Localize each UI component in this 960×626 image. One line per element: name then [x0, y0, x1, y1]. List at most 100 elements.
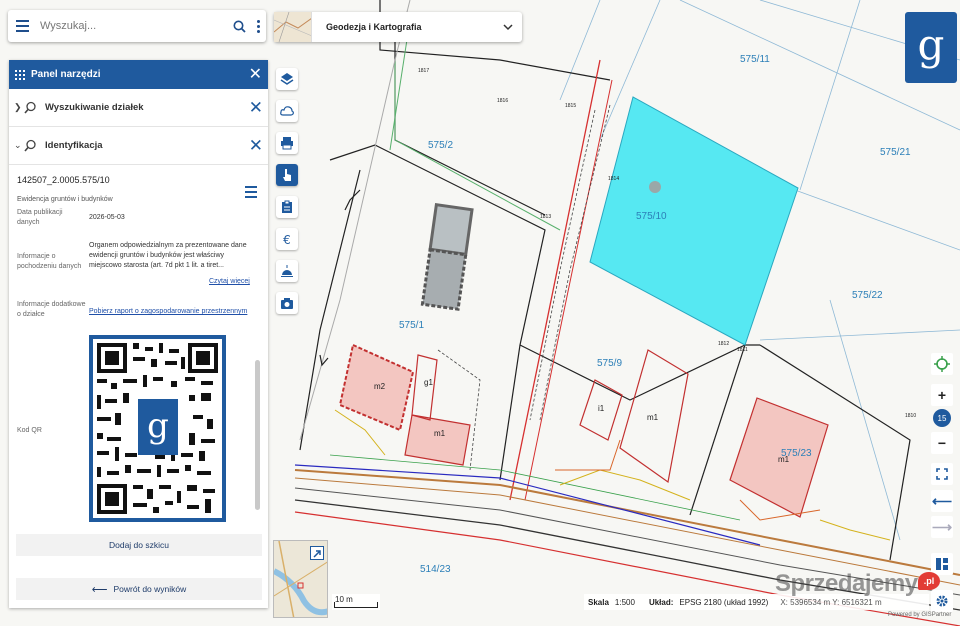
layer-thumbnail [274, 12, 312, 42]
info-value: Organem odpowiedzialnym za prezentowane … [89, 242, 247, 269]
building-label: m2 [374, 382, 386, 391]
zoom-level-badge: 15 [933, 409, 951, 427]
main-menu-button[interactable] [8, 10, 36, 42]
plot-id: 142507_2.0005.575/10 [17, 175, 110, 185]
identify-button[interactable] [276, 164, 298, 186]
arrow-right-icon: ⟶ [931, 518, 953, 535]
chevron-down-icon[interactable] [494, 20, 522, 34]
back-to-results-button[interactable]: ⟵ Powrót do wyników [16, 578, 262, 600]
building-label: m1 [647, 413, 659, 422]
plot-label: 575/10 [636, 211, 667, 222]
building-label: m1 [778, 455, 790, 464]
point-label: 1810 [905, 413, 916, 419]
map-icon [936, 558, 948, 570]
sunrise-icon [281, 265, 293, 277]
close-section-icon[interactable]: ✕ [249, 99, 263, 116]
layer-select[interactable]: Geodezja i Kartografia [274, 12, 522, 42]
search-input[interactable] [36, 20, 228, 32]
section-identification[interactable]: ⌄ Identyfikacja ✕ [9, 127, 268, 165]
next-view-button[interactable]: ⟶ [931, 516, 953, 538]
layer-name: Geodezja i Kartografia [326, 22, 422, 32]
plot-label: 575/9 [597, 358, 622, 369]
layers-button[interactable] [276, 68, 298, 90]
chevron-down-icon[interactable]: ⌄ [14, 140, 24, 151]
crosshair-icon [934, 356, 950, 372]
watermark-badge: .pl [918, 572, 940, 590]
point-label: 1812 [718, 341, 729, 347]
chevron-right-icon[interactable]: ❯ [14, 102, 24, 113]
camera-button[interactable] [276, 292, 298, 314]
plot-subtitle: Ewidencja gruntów i budynków [17, 196, 113, 203]
scrollbar-thumb[interactable] [255, 360, 260, 510]
zoning-report-link[interactable]: Pobierz raport o zagospodarowanie przest… [89, 307, 252, 317]
search-icon [24, 101, 42, 114]
close-section-icon[interactable]: ✕ [249, 137, 263, 154]
section-label: Identyfikacja [45, 140, 103, 151]
plot-label: 575/2 [428, 140, 453, 151]
point-label: 1813 [540, 214, 551, 220]
terrain-button[interactable] [276, 260, 298, 282]
info-label: Data publikacji danych [17, 209, 63, 226]
qr-code: g [89, 335, 226, 522]
svg-text:g: g [147, 406, 169, 446]
clipboard-icon [282, 200, 292, 213]
search-bar [8, 10, 266, 42]
grid-icon [15, 69, 25, 80]
printer-icon [281, 137, 293, 150]
point-label: 1814 [608, 176, 619, 182]
info-label: Informacje dodatkowe o działce [17, 301, 86, 318]
powered-by: Powered by GISPartner [888, 612, 952, 618]
svg-text:€: € [283, 233, 291, 246]
building-label: m1 [434, 429, 446, 438]
panel-header: Panel narzędzi ✕ [9, 60, 268, 89]
projection-value[interactable]: EPSG 2180 (układ 1992) [679, 598, 768, 607]
plot-label: 575/22 [852, 290, 883, 301]
app-logo: g [905, 12, 957, 83]
pricing-button[interactable]: € [276, 228, 298, 250]
panel-title: Panel narzędzi [31, 69, 101, 80]
zoom-in-button[interactable]: + [931, 384, 953, 406]
section-plot-search[interactable]: ❯ Wyszukiwanie działek ✕ [9, 89, 268, 127]
building-label: i1 [598, 404, 605, 413]
read-more-link[interactable]: Czytaj więcej [209, 277, 250, 287]
search-icon [24, 139, 42, 152]
euro-icon: € [283, 233, 291, 246]
scale-label: Skala [588, 597, 609, 607]
scale-bar: 10 m [332, 594, 380, 610]
more-options-icon[interactable] [250, 10, 266, 42]
close-panel-icon[interactable]: ✕ [249, 66, 262, 83]
minimap-toggle-icon[interactable] [310, 546, 324, 560]
locate-button[interactable] [931, 353, 953, 375]
cloud-button[interactable] [276, 100, 298, 122]
projection-label: Układ: [648, 597, 674, 607]
overview-minimap[interactable] [273, 540, 328, 618]
plot-label: 514/23 [420, 564, 451, 575]
back-to-results-label: Powrót do wyników [113, 584, 187, 594]
tool-panel: Panel narzędzi ✕ ❯ Wyszukiwanie działek … [9, 60, 268, 608]
zoom-out-button[interactable]: − [931, 432, 953, 454]
building-label: g1 [424, 378, 433, 387]
layers-icon [280, 73, 294, 85]
scale-value[interactable]: 1:500 [615, 598, 635, 607]
point-label: 1811 [737, 347, 748, 353]
add-to-sketch-button[interactable]: Dodaj do szkicu [16, 534, 262, 556]
cloud-icon [280, 106, 294, 116]
details-menu-icon[interactable] [245, 186, 257, 198]
section-label: Wyszukiwanie działek [45, 102, 144, 113]
point-label: 1816 [497, 98, 508, 104]
clipboard-button[interactable] [276, 196, 298, 218]
point-label: 1817 [418, 68, 429, 74]
point-label: 1815 [565, 103, 576, 109]
minus-icon: − [937, 435, 947, 451]
arrow-left-icon: ⟵ [91, 583, 108, 596]
print-button[interactable] [276, 132, 298, 154]
expand-icon [936, 468, 948, 480]
search-icon[interactable] [228, 10, 250, 42]
camera-icon [281, 298, 293, 309]
full-extent-button[interactable] [931, 463, 953, 485]
previous-view-button[interactable]: ⟵ [931, 490, 953, 512]
info-label: Kod QR [17, 427, 42, 434]
selected-plot-highlight[interactable] [589, 96, 799, 346]
info-label: Informacje o pochodzeniu danych [17, 253, 82, 270]
plot-label: 575/21 [880, 147, 911, 158]
